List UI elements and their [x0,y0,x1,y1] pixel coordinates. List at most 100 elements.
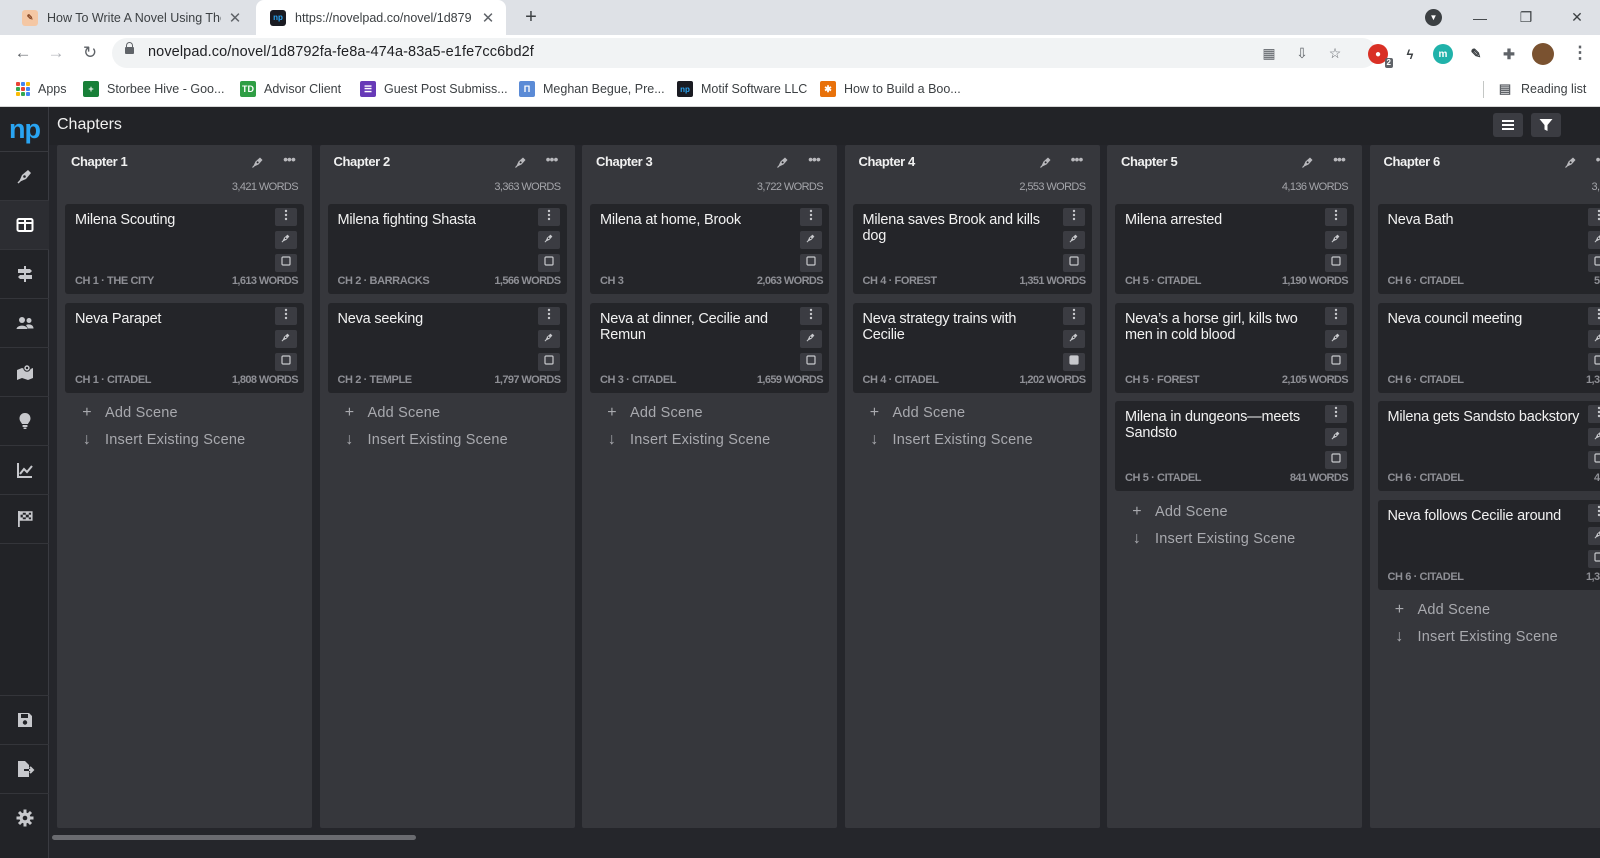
scene-note-button[interactable] [1587,352,1600,371]
scene-write-button[interactable] [1325,428,1347,446]
scene-card[interactable]: Milena in dungeons—meets Sandsto CH 5 · C… [1115,401,1354,491]
add-scene-button[interactable]: + Add Scene [79,404,178,422]
chapter-menu-icon[interactable]: ••• [280,152,298,169]
scene-menu-button[interactable] [275,208,297,226]
scene-menu-button[interactable] [1325,208,1347,226]
scene-card[interactable]: Milena fighting Shasta CH 2 · BARRACKS 1,5… [327,204,567,294]
scene-card[interactable]: Neva Bath CH 6 · CITADEL 579 [1377,204,1600,294]
chapter-title[interactable]: Chapter 5 [1121,154,1178,169]
close-tab-icon[interactable]: ✕ [480,9,496,27]
scene-note-button[interactable] [537,254,560,272]
scene-title[interactable]: Milena fighting Shasta [338,212,536,228]
edit-chapter-icon[interactable] [775,154,791,170]
filter-button[interactable] [1531,113,1561,137]
scene-write-button[interactable] [1325,329,1347,348]
scene-card[interactable]: Neva follows Cecilie around CH 6 · CITADE… [1377,499,1600,590]
scene-note-button[interactable] [1325,451,1347,469]
extension-red-icon[interactable]: ● 2 [1368,44,1393,68]
scene-note-button[interactable] [1325,254,1347,272]
scene-title[interactable]: Neva Parapet [75,311,273,327]
sidebar-item-save[interactable] [0,695,49,744]
scene-card[interactable]: Neva’s a horse girl, kills two men in co… [1115,302,1354,393]
url-text[interactable]: novelpad.co/novel/1d8792fa-fe8a-474a-83a… [148,44,534,60]
scene-note-button[interactable] [275,352,297,371]
scene-menu-button[interactable] [275,306,297,325]
restore-icon[interactable]: ❐ [1503,0,1549,35]
bookmark-storbee[interactable]: + Storbee Hive - Goo... [83,72,224,106]
sidebar-item-write[interactable] [0,152,49,201]
scene-card[interactable]: Neva council meeting CH 6 · CITADEL 1,315 [1377,302,1600,393]
scene-menu-button[interactable] [1587,306,1600,325]
scene-menu-button[interactable] [800,208,822,226]
add-scene-button[interactable]: + Add Scene [342,404,441,422]
bookmark-star-icon[interactable]: ☆ [1326,44,1344,62]
scene-write-button[interactable] [1587,526,1600,545]
insert-existing-scene-button[interactable]: ↓ Insert Existing Scene [342,431,508,449]
edit-chapter-icon[interactable] [1038,154,1054,170]
scene-title[interactable]: Neva’s a horse girl, kills two men in co… [1125,311,1323,343]
chapter-menu-icon[interactable]: ••• [1068,152,1086,169]
chapter-menu-icon[interactable]: ••• [1330,152,1348,169]
scene-title[interactable]: Neva Bath [1388,212,1586,228]
list-view-button[interactable] [1493,113,1523,137]
sidebar-item-goals[interactable] [0,495,49,544]
scene-write-button[interactable] [1325,231,1347,249]
scene-card[interactable]: Milena saves Brook and kills dog CH 4 · F… [852,204,1092,294]
scene-title[interactable]: Neva at dinner, Cecilie and Remun [600,311,798,343]
scene-menu-button[interactable] [537,306,560,325]
forward-icon[interactable]: → [44,41,68,65]
bookmark-build-a-book[interactable]: ✱ How to Build a Boo... [820,72,961,106]
add-scene-button[interactable]: + Add Scene [604,404,703,422]
chapter-menu-icon[interactable]: ••• [805,152,823,169]
edit-chapter-icon[interactable] [1300,154,1316,170]
sidebar-item-settings[interactable] [0,793,49,842]
bookmark-meghan[interactable]: Π Meghan Begue, Pre... [519,72,665,106]
scrollbar-thumb[interactable] [52,835,416,840]
scene-title[interactable]: Neva strategy trains with Cecilie [863,311,1061,343]
scene-note-button[interactable] [1325,352,1347,371]
scene-write-button[interactable] [1587,329,1600,348]
scene-title[interactable]: Neva council meeting [1388,311,1586,327]
scene-note-button[interactable] [1062,352,1085,371]
scene-title[interactable]: Neva seeking [338,311,536,327]
scene-title[interactable]: Milena Scouting [75,212,273,228]
browser-tab-novelpad[interactable]: np https://novelpad.co/novel/1d879 ✕ [256,0,506,35]
sidebar-item-locations[interactable] [0,348,49,397]
add-scene-button[interactable]: + Add Scene [867,404,966,422]
extension-m-icon[interactable]: m [1433,44,1453,64]
reload-icon[interactable]: ↻ [78,41,102,65]
add-scene-button[interactable]: + Add Scene [1129,503,1228,521]
insert-existing-scene-button[interactable]: ↓ Insert Existing Scene [1392,628,1558,646]
insert-existing-scene-button[interactable]: ↓ Insert Existing Scene [1129,530,1295,548]
scene-note-button[interactable] [275,254,297,272]
scene-write-button[interactable] [275,231,297,249]
scene-note-button[interactable] [537,352,560,371]
scene-title[interactable]: Milena at home, Brook [600,212,798,228]
chapter-title[interactable]: Chapter 1 [71,154,128,169]
scene-write-button[interactable] [275,329,297,348]
tab-search-icon[interactable]: ▼ [1425,9,1442,26]
insert-existing-scene-button[interactable]: ↓ Insert Existing Scene [604,431,770,449]
scene-title[interactable]: Milena gets Sandsto backstory [1388,409,1586,425]
novelpad-logo[interactable]: np [0,107,49,152]
scene-write-button[interactable] [1062,231,1085,249]
scene-write-button[interactable] [800,231,822,249]
horizontal-scrollbar[interactable] [49,833,1600,841]
sidebar-item-outline[interactable] [0,250,49,299]
bookmark-advisor-client[interactable]: TD Advisor Client [240,72,341,106]
chapter-menu-icon[interactable]: ••• [543,152,561,169]
scene-title[interactable]: Milena in dungeons—meets Sandsto [1125,409,1323,441]
scene-note-button[interactable] [1587,451,1600,469]
chapter-title[interactable]: Chapter 3 [596,154,653,169]
scene-card[interactable]: Neva at dinner, Cecilie and Remun CH 3 · … [590,302,829,393]
scene-write-button[interactable] [537,329,560,348]
scene-note-button[interactable] [1587,549,1600,568]
scene-menu-button[interactable] [1587,405,1600,423]
scene-card[interactable]: Milena gets Sandsto backstory CH 6 · CITA… [1377,401,1600,491]
scene-menu-button[interactable] [1062,306,1085,325]
bookmark-guest-post[interactable]: ☰ Guest Post Submiss... [360,72,508,106]
insert-existing-scene-button[interactable]: ↓ Insert Existing Scene [79,431,245,449]
address-bar[interactable]: novelpad.co/novel/1d8792fa-fe8a-474a-83a… [112,38,1377,68]
extension-bolt-icon[interactable]: ϟ [1400,44,1420,64]
scene-note-button[interactable] [1587,254,1600,272]
